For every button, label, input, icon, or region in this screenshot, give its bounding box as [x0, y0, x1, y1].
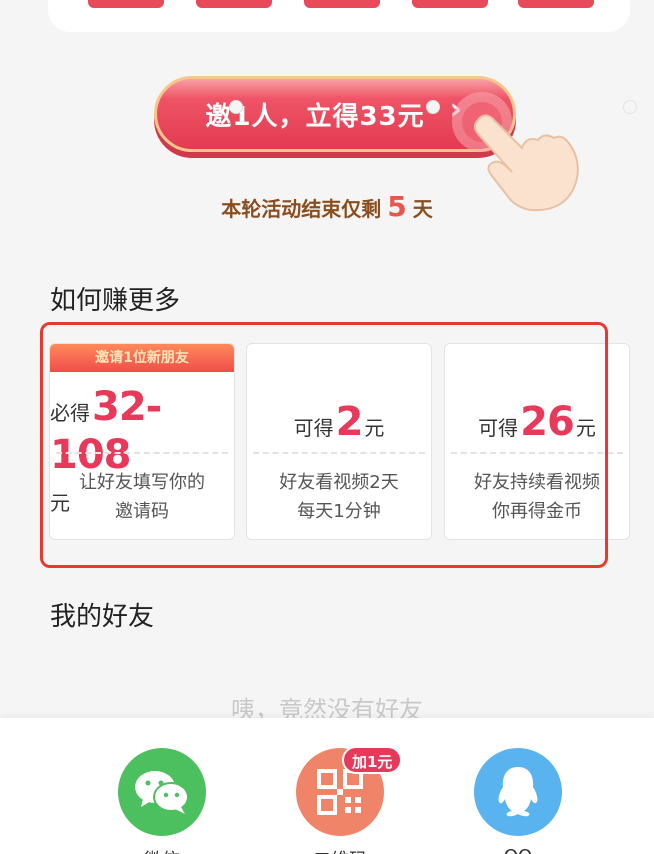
- qrcode-bonus-badge: 加1元: [342, 746, 403, 774]
- top-card: [48, 0, 630, 32]
- qrcode-icon: [317, 769, 363, 815]
- card-notch: [229, 100, 243, 114]
- section-title-how-to-earn: 如何赚更多: [50, 286, 181, 316]
- share-qq-label: QQ: [468, 846, 568, 854]
- share-qq-button[interactable]: [474, 748, 562, 836]
- card-notch: [623, 100, 637, 114]
- countdown-text: 本轮活动结束仅剩 5 天: [0, 190, 654, 223]
- top-tab[interactable]: [412, 0, 488, 8]
- wechat-icon: [135, 771, 189, 814]
- card-notch: [426, 100, 440, 114]
- section-title-my-friends: 我的好友: [50, 602, 155, 632]
- share-bar: 微信 加1元 二维码 QQ: [0, 718, 654, 854]
- top-tab[interactable]: [518, 0, 594, 8]
- top-tab[interactable]: [196, 0, 272, 8]
- countdown-prefix: 本轮活动结束仅剩: [221, 197, 382, 221]
- share-wechat-label: 微信: [112, 846, 212, 854]
- countdown-days: 5: [387, 190, 407, 223]
- top-tab[interactable]: [304, 0, 380, 8]
- countdown-suffix: 天: [412, 197, 433, 221]
- top-tab[interactable]: [88, 0, 164, 8]
- qq-icon: [498, 767, 538, 817]
- highlight-box: [40, 322, 608, 568]
- share-qrcode-label: 二维码: [290, 846, 390, 854]
- share-wechat-button[interactable]: [118, 748, 206, 836]
